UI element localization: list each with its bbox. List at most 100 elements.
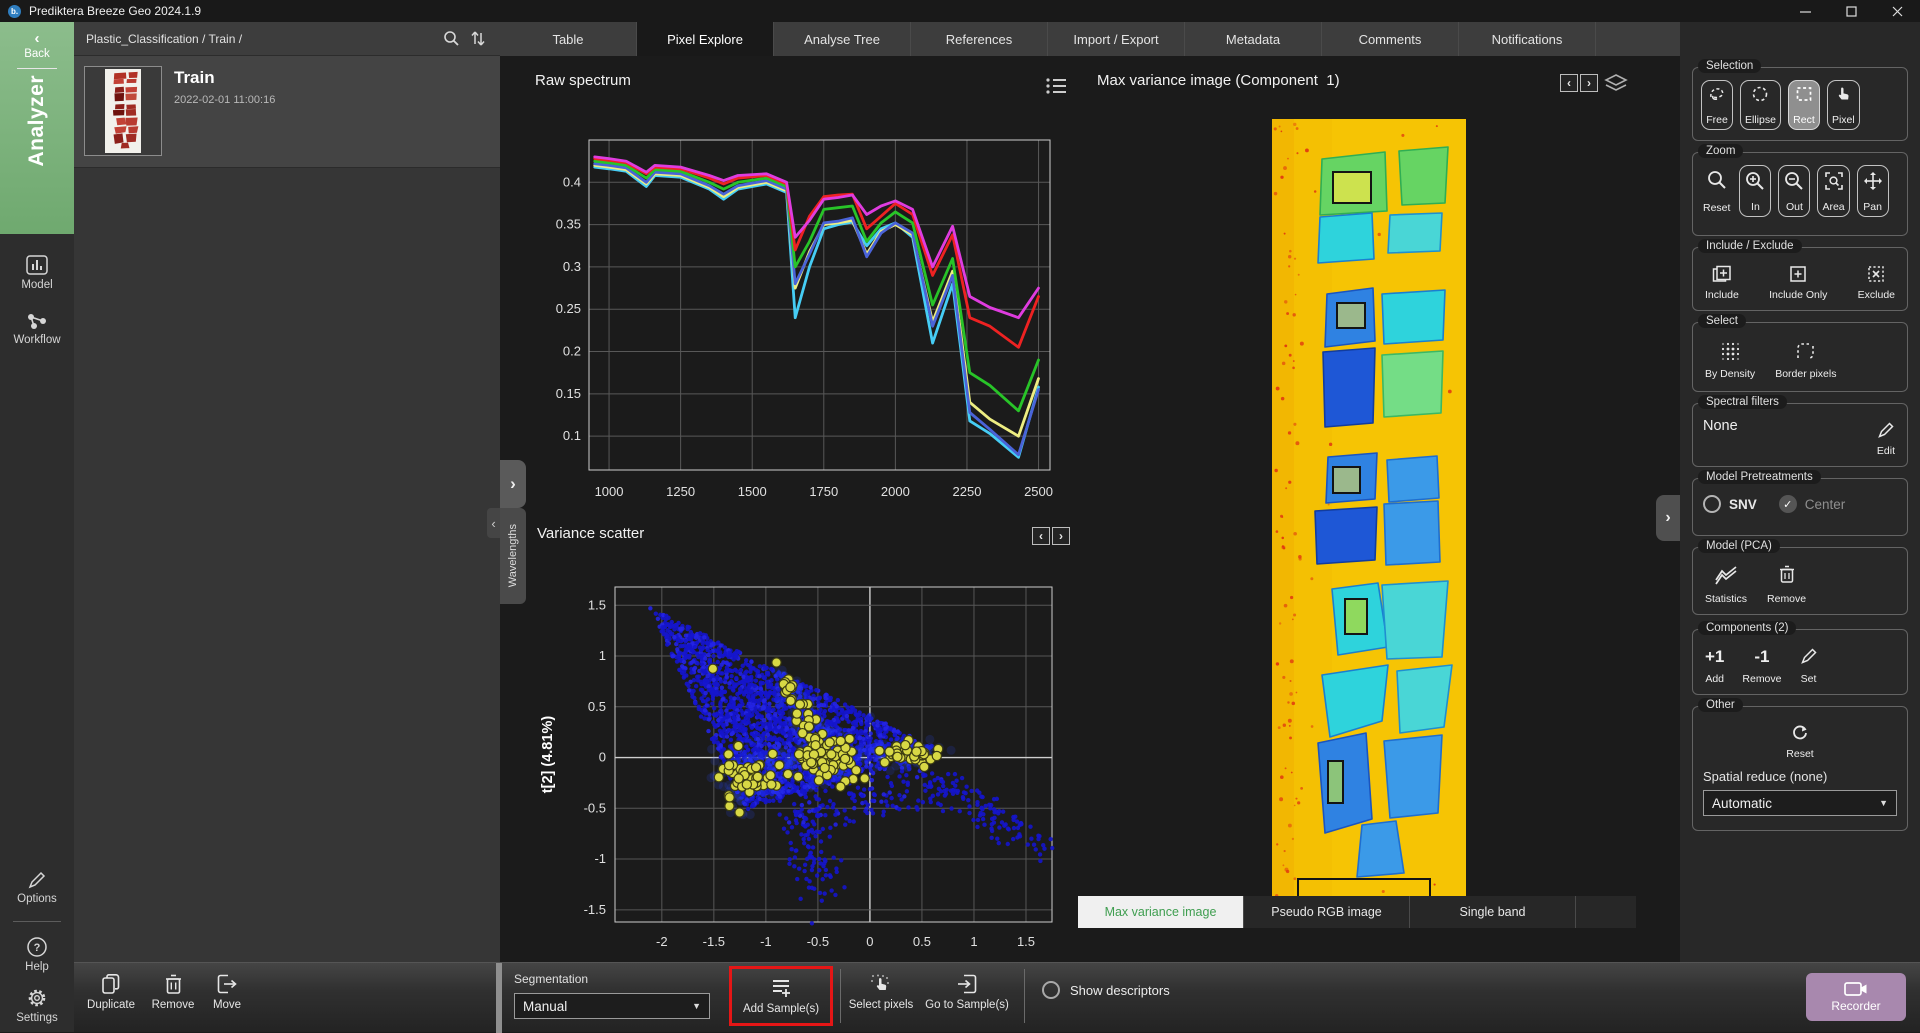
snv-radio[interactable] [1703,495,1721,513]
sort-icon[interactable] [470,30,486,47]
zoom-out-icon [1784,171,1804,191]
svg-text:2000: 2000 [881,484,910,499]
layers-icon[interactable] [1604,73,1628,94]
pencil-icon [1800,647,1818,665]
sidebar-item-settings[interactable]: Settings [16,987,58,1024]
pan-icon [1863,171,1883,191]
remove-button[interactable]: Remove [146,973,200,1011]
minimize-button[interactable] [1782,0,1828,22]
ellipse-select-button[interactable]: Ellipse [1740,80,1781,130]
include-button[interactable]: Include [1703,260,1741,304]
panel-splitter[interactable] [496,963,502,1033]
tab-pixel-explore[interactable]: Pixel Explore [637,22,774,56]
zoom-reset-button[interactable]: Reset [1701,165,1732,217]
by-density-button[interactable]: By Density [1703,335,1757,383]
rect-select-button[interactable]: Rect [1788,80,1820,130]
set-components-button[interactable]: Set [1798,642,1820,688]
svg-text:-1: -1 [594,851,606,866]
center-checkbox[interactable]: ✓ [1779,495,1797,513]
scatter-prev-button[interactable]: ‹ [1032,527,1050,545]
zoom-in-button[interactable]: In [1739,165,1771,217]
remove-model-button[interactable]: Remove [1765,560,1808,608]
zoom-out-button[interactable]: Out [1778,165,1810,217]
hyperspectral-image[interactable] [1272,119,1466,920]
border-pixels-button[interactable]: Border pixels [1773,335,1838,383]
tab-single-band[interactable]: Single band [1410,896,1576,928]
sidebar-item-workflow[interactable]: Workflow [13,311,60,346]
select-pixels-button[interactable]: Select pixels [846,973,916,1011]
zoom-area-button[interactable]: Area [1817,165,1849,217]
segmentation-dropdown[interactable]: Manual ▼ [514,993,710,1019]
exclude-label: Exclude [1858,289,1895,301]
collapse-left-panel-handle[interactable]: ‹ [487,508,500,538]
video-camera-icon [1844,981,1868,997]
variance-scatter-title: Variance scatter [537,525,644,542]
exclude-button[interactable]: Exclude [1856,260,1897,304]
collapse-right-panel-handle[interactable]: › [1656,495,1680,541]
tab-analyse-tree[interactable]: Analyse Tree [774,22,911,56]
back-button[interactable]: ‹ Back [24,22,50,60]
image-next-button[interactable]: › [1580,74,1598,92]
sidebar-item-model[interactable]: Model [21,254,52,291]
pretreatments-group-label: Model Pretreatments [1698,470,1821,484]
goto-samples-button[interactable]: Go to Sample(s) [919,973,1015,1011]
sidebar-item-options[interactable]: Options [17,870,57,905]
sample-timestamp: 2022-02-01 11:00:16 [174,94,275,106]
tab-pseudo-rgb-image[interactable]: Pseudo RGB image [1244,896,1410,928]
spatial-reduce-dropdown[interactable]: Automatic ▼ [1703,790,1897,816]
components-group-label: Components (2) [1698,621,1796,635]
reset-button[interactable]: Reset [1701,719,1899,763]
duplicate-button[interactable]: Duplicate [82,973,140,1011]
svg-text:0.5: 0.5 [913,934,931,949]
scatter-next-button[interactable]: › [1052,527,1070,545]
tab-import-export[interactable]: Import / Export [1048,22,1185,56]
model-label: Model [21,279,52,291]
hand-icon [1835,86,1851,102]
tab-comments[interactable]: Comments [1322,22,1459,56]
segmentation-value: Manual [523,999,567,1014]
by-density-label: By Density [1705,368,1755,380]
variance-scatter-chart[interactable]: -2-1.5-1-0.500.511.5-1.5-1-0.500.511.5t[… [500,550,1068,984]
add-samples-button[interactable]: Add Sample(s) [743,977,819,1015]
free-select-button[interactable]: Free [1701,80,1733,130]
legend-list-icon[interactable] [1045,76,1067,96]
svg-text:?: ? [34,942,41,954]
tab-table[interactable]: Table [500,22,637,56]
svg-text:1: 1 [599,648,606,663]
show-descriptors-label: Show descriptors [1070,983,1170,998]
pan-button[interactable]: Pan [1857,165,1889,217]
list-item-train[interactable]: Train 2022-02-01 11:00:16 [74,56,500,168]
sidebar-item-help[interactable]: ? Help [25,936,49,973]
search-icon[interactable] [443,30,460,47]
maximize-button[interactable] [1828,0,1874,22]
statistics-button[interactable]: Statistics [1703,560,1749,608]
svg-text:t[2] (4.81%): t[2] (4.81%) [540,716,556,794]
tab-max-variance-image[interactable]: Max variance image [1078,896,1244,928]
remove-component-button[interactable]: -1 Remove [1740,642,1783,688]
image-prev-button[interactable]: ‹ [1560,74,1578,92]
move-button[interactable]: Move [204,973,250,1011]
close-button[interactable] [1874,0,1920,22]
show-descriptors-radio[interactable] [1042,981,1060,999]
expand-wavelengths-handle[interactable]: › [500,460,526,508]
include-only-button[interactable]: Include Only [1767,260,1829,304]
tab-references[interactable]: References [911,22,1048,56]
add-component-label: Add [1705,673,1724,685]
tab-metadata[interactable]: Metadata [1185,22,1322,56]
statistics-label: Statistics [1705,593,1747,605]
spectral-filters-group-label: Spectral filters [1698,395,1787,409]
svg-text:-1.5: -1.5 [703,934,725,949]
recorder-label: Recorder [1831,999,1880,1013]
pixel-select-button[interactable]: Pixel [1827,80,1860,130]
recorder-button[interactable]: Recorder [1806,973,1906,1021]
edit-filters-button[interactable]: Edit [1875,416,1897,460]
reset-icon [1791,724,1809,742]
raw-spectrum-chart[interactable]: 10001250150017502000225025000.10.150.20.… [500,118,1068,514]
add-component-button[interactable]: +1 Add [1703,642,1726,688]
sample-list-panel: Plastic_Classification / Train / Train 2… [74,22,500,962]
tab-notifications[interactable]: Notifications [1459,22,1596,56]
bar-chart-icon [25,254,49,276]
svg-text:0.25: 0.25 [556,301,581,316]
minus-one-icon: -1 [1754,647,1769,667]
image-view-tabs: Max variance image Pseudo RGB image Sing… [1078,896,1636,928]
